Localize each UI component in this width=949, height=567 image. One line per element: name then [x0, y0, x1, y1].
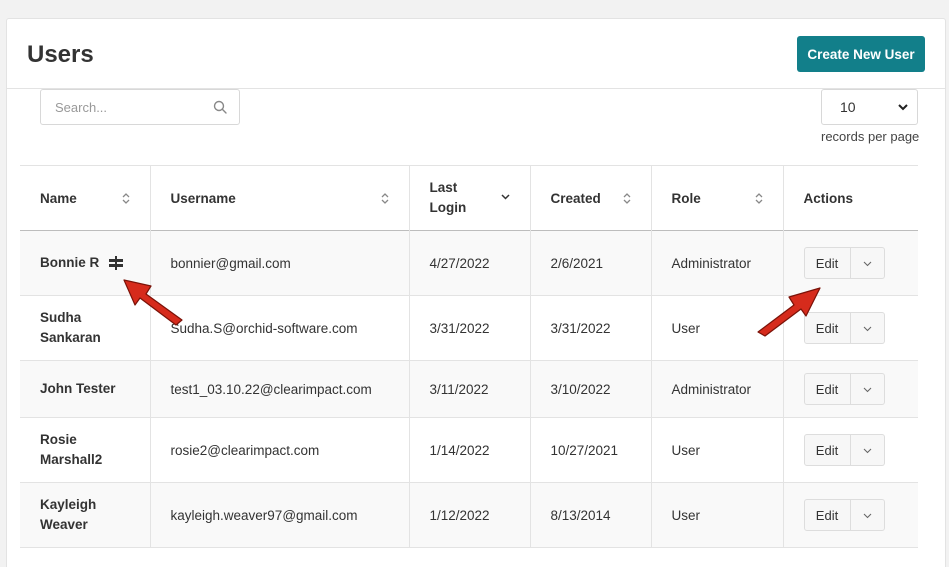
user-name: John Tester [40, 381, 116, 396]
page-title: Users [27, 41, 94, 68]
table-header-row: Name Username Last Login Created Role Ac… [20, 165, 918, 231]
last-login-cell: 1/14/2022 [409, 417, 531, 483]
column-header-label: Username [170, 190, 236, 206]
search-input[interactable] [41, 90, 211, 124]
sort-icon [381, 193, 388, 204]
row-actions: Edit [803, 247, 885, 279]
role-cell: Administrator [651, 360, 784, 418]
signpost-icon [109, 256, 124, 271]
panel-header: Users Create New User [7, 19, 945, 89]
user-name: Rosie Marshall2 [40, 432, 103, 467]
actions-cell: Edit [783, 361, 918, 418]
row-actions: Edit [803, 373, 885, 405]
column-header-created[interactable]: Created [530, 165, 652, 231]
create-new-user-button[interactable]: Create New User [797, 36, 925, 72]
user-name: Kayleigh Weaver [40, 497, 97, 532]
name-cell: Kayleigh Weaver [20, 482, 151, 548]
last-login-cell: 1/12/2022 [409, 482, 531, 548]
created-cell: 2/6/2021 [530, 230, 652, 296]
sort-descending-icon [500, 194, 510, 200]
username-cell: test1_03.10.22@clearimpact.com [150, 360, 410, 418]
column-header-label: Actions [803, 190, 854, 206]
sort-icon [122, 193, 129, 204]
name-cell: John Tester [20, 360, 151, 418]
chevron-down-icon [898, 104, 908, 111]
column-header-role[interactable]: Role [651, 165, 784, 231]
search-box [40, 89, 240, 125]
annotation-arrow-icon [123, 279, 183, 326]
records-per-page-select[interactable]: 10 [821, 89, 918, 125]
role-cell: User [651, 482, 784, 548]
table-row: Kayleigh Weaver kayleigh.weaver97@gmail.… [20, 482, 918, 548]
created-cell: 10/27/2021 [530, 417, 652, 483]
column-header-actions: Actions [783, 166, 918, 231]
sort-icon [623, 193, 630, 204]
table-row: Rosie Marshall2 rosie2@clearimpact.com 1… [20, 417, 918, 483]
edit-button[interactable]: Edit [803, 247, 851, 279]
row-actions-dropdown-button[interactable] [850, 434, 885, 466]
row-actions-dropdown-button[interactable] [850, 247, 885, 279]
edit-button[interactable]: Edit [803, 434, 851, 466]
search-icon[interactable] [213, 100, 227, 114]
username-cell: kayleigh.weaver97@gmail.com [150, 482, 410, 548]
chevron-down-icon [863, 326, 871, 332]
sort-icon [755, 193, 762, 204]
column-header-name[interactable]: Name [20, 165, 151, 231]
annotation-arrow-icon [757, 287, 821, 337]
row-actions-dropdown-button[interactable] [850, 499, 885, 531]
column-header-label: Name [40, 190, 77, 206]
actions-cell: Edit [783, 418, 918, 483]
row-actions: Edit [803, 434, 885, 466]
row-actions-dropdown-button[interactable] [850, 373, 885, 405]
name-cell: Rosie Marshall2 [20, 417, 151, 483]
row-actions-dropdown-button[interactable] [850, 312, 885, 344]
row-actions: Edit [803, 499, 885, 531]
edit-button[interactable]: Edit [803, 373, 851, 405]
created-cell: 8/13/2014 [530, 482, 652, 548]
last-login-cell: 3/11/2022 [409, 360, 531, 418]
created-cell: 3/31/2022 [530, 295, 652, 361]
chevron-down-icon [863, 261, 871, 267]
column-header-username[interactable]: Username [150, 165, 410, 231]
column-header-label: Created [550, 190, 601, 206]
actions-cell: Edit [783, 483, 918, 548]
user-name: Sudha Sankaran [40, 310, 101, 345]
username-cell: rosie2@clearimpact.com [150, 417, 410, 483]
edit-button[interactable]: Edit [803, 499, 851, 531]
chevron-down-icon [863, 387, 871, 393]
table-row: John Tester test1_03.10.22@clearimpact.c… [20, 360, 918, 418]
column-header-label: Last Login [429, 180, 467, 215]
role-cell: User [651, 417, 784, 483]
chevron-down-icon [863, 448, 871, 454]
last-login-cell: 3/31/2022 [409, 295, 531, 361]
records-per-page-label: records per page [821, 129, 920, 144]
column-header-last-login[interactable]: Last Login [409, 165, 531, 231]
column-header-label: Role [671, 190, 701, 206]
users-table: Name Username Last Login Created Role Ac… [20, 165, 918, 548]
created-cell: 3/10/2022 [530, 360, 652, 418]
last-login-cell: 4/27/2022 [409, 230, 531, 296]
chevron-down-icon [863, 513, 871, 519]
user-name: Bonnie R [40, 255, 100, 271]
records-per-page-value: 10 [840, 99, 856, 115]
